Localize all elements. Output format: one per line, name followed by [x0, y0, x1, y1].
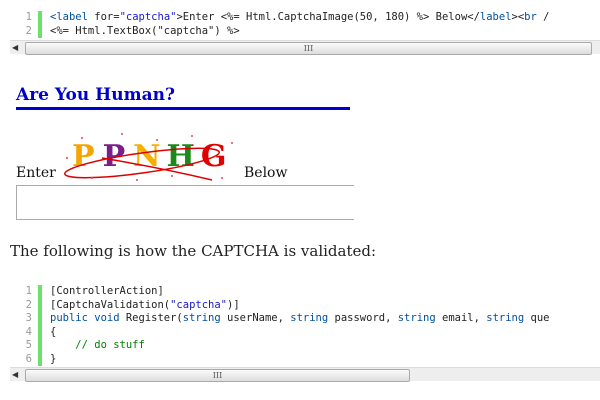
code-line: 4{: [10, 325, 600, 339]
horizontal-scrollbar[interactable]: ◀ III: [10, 40, 600, 55]
code-line: 1 <label for = "captcha" >Enter <%= Html.Cap…: [10, 11, 600, 25]
captcha-text: PPNHG: [72, 139, 227, 174]
code-line: 2 <%= Html.TextBox("captcha") %>: [10, 24, 600, 38]
code-token: "captcha": [119, 11, 177, 23]
validation-description: The following is how the CAPTCHA is vali…: [10, 242, 377, 260]
code-token: for: [94, 11, 114, 23]
captcha-image: PPNHG: [63, 133, 233, 181]
code-line: 6}: [10, 352, 600, 366]
code-token: password,: [334, 312, 398, 324]
line-number: 4: [25, 325, 32, 338]
code-line: 2 [CaptchaValidation("captcha")]: [10, 298, 600, 312]
code-token: }: [50, 352, 57, 365]
code-line: 3 public void Register(string userName, s…: [10, 312, 600, 326]
code-token: <%= Html.TextBox("captcha") %>: [50, 24, 240, 37]
gutter-bar: [38, 24, 42, 38]
code-token: ><: [511, 11, 525, 23]
line-number: 5: [25, 339, 32, 351]
enter-label: Enter: [16, 165, 56, 181]
code-token: <label: [50, 11, 95, 23]
scroll-left-arrow-icon[interactable]: ◀: [12, 368, 18, 381]
code-token: br: [524, 11, 537, 23]
gutter-bar: [38, 11, 42, 25]
scroll-left-arrow-icon[interactable]: ◀: [12, 41, 18, 54]
line-number: 6: [25, 352, 32, 365]
scrollbar-thumb[interactable]: III: [25, 42, 592, 55]
code-block-markup: 1 <label for = "captcha" >Enter <%= Html.Cap…: [10, 11, 600, 38]
code-token: >Enter <%= Html.CaptchaImage(50, 180) %>…: [176, 11, 480, 23]
page-heading: Are You Human?: [16, 85, 350, 110]
code-token: "captcha": [170, 298, 228, 311]
code-token: {: [50, 325, 57, 338]
code-token: [ControllerAction]: [50, 285, 164, 297]
line-number: 1: [25, 11, 32, 23]
gutter-bar: [38, 339, 42, 353]
gutter-bar: [38, 298, 42, 312]
gutter-bar: [38, 312, 42, 326]
captcha-input[interactable]: [16, 185, 354, 220]
code-line: 1 [ControllerAction]: [10, 285, 600, 299]
code-token: [CaptchaValidation(: [50, 298, 171, 311]
line-number: 3: [25, 312, 32, 324]
code-token: string: [182, 312, 228, 324]
code-token: /: [536, 11, 550, 23]
code-token: Register(: [125, 312, 183, 324]
line-number: 2: [25, 24, 32, 37]
code-token: // do stuff: [50, 339, 145, 351]
gutter-bar: [38, 352, 42, 366]
horizontal-scrollbar[interactable]: ◀ III: [10, 367, 600, 382]
code-token: userName,: [227, 312, 291, 324]
code-token: )]: [227, 298, 240, 311]
below-label: Below: [244, 165, 288, 181]
code-token: string: [290, 312, 335, 324]
line-number: 1: [25, 285, 32, 297]
code-token: label: [479, 11, 512, 23]
code-token: que: [530, 312, 550, 324]
scrollbar-thumb[interactable]: III: [25, 369, 410, 382]
code-token: string: [486, 312, 531, 324]
gutter-bar: [38, 325, 42, 339]
code-token: string: [397, 312, 442, 324]
line-number: 2: [25, 298, 32, 311]
code-token: public void: [50, 312, 126, 324]
code-token: email,: [442, 312, 487, 324]
gutter-bar: [38, 285, 42, 299]
code-block-controller: 1 [ControllerAction] 2 [CaptchaValidation("…: [10, 285, 600, 366]
code-line: 5 // do stuff: [10, 339, 600, 353]
